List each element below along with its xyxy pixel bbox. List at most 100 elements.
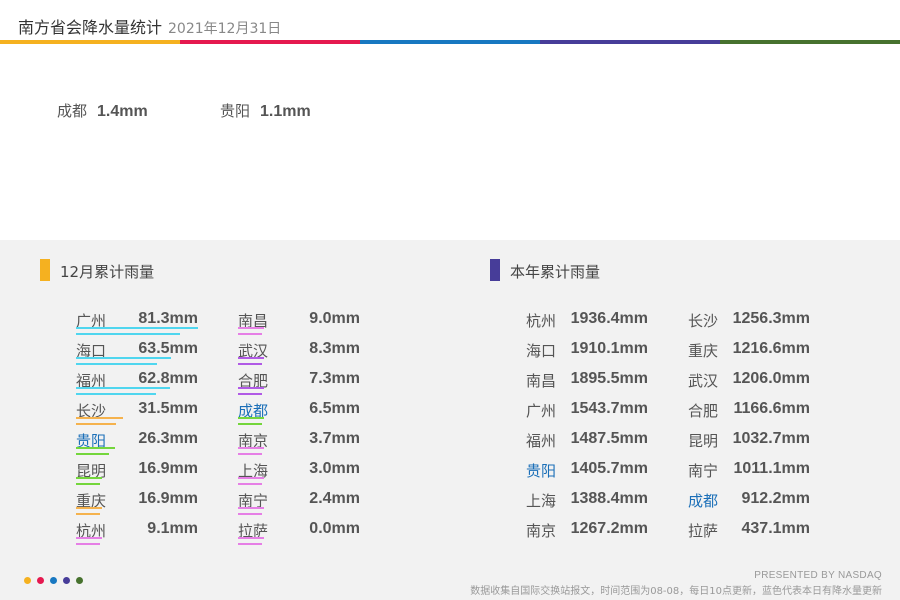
- rain-bar: [238, 447, 264, 449]
- rain-value: 1032.7mm: [732, 430, 810, 447]
- today-item: 成都 1.4mm: [57, 100, 148, 121]
- rain-bar: [76, 327, 198, 329]
- rain-value: 16.9mm: [138, 490, 198, 507]
- rain-bar-secondary: [238, 333, 262, 335]
- yearly-row: 南京 1267.2mm: [526, 517, 648, 547]
- rain-bar: [76, 477, 102, 479]
- header: 南方省会降水量统计 2021年12月31日: [0, 0, 900, 44]
- rain-bar-secondary: [238, 423, 262, 425]
- palette-dot: [50, 577, 57, 584]
- yearly-row: 贵阳 1405.7mm: [526, 457, 648, 487]
- rain-value: 1256.3mm: [732, 310, 810, 327]
- city-name: 杭州: [526, 312, 557, 330]
- city-name: 南宁: [688, 462, 719, 480]
- page-title: 南方省会降水量统计 2021年12月31日: [18, 14, 281, 38]
- monthly-row: 合肥 7.3mm: [238, 367, 360, 397]
- color-stripe: [0, 40, 900, 44]
- city-name: 南京: [526, 522, 557, 540]
- footer-note: 数据收集自国际交换站报文，时间范围为08-08，每日10点更新，蓝色代表本日有降…: [470, 586, 882, 597]
- monthly-row: 成都 6.5mm: [238, 397, 360, 427]
- rain-value: 1216.6mm: [732, 340, 810, 357]
- rain-value: 9.0mm: [309, 310, 360, 327]
- city-name: 贵阳: [526, 462, 557, 480]
- palette-dot: [63, 577, 70, 584]
- today-rainfall: 成都 1.4mm 贵阳 1.1mm: [0, 100, 900, 124]
- rain-bar: [238, 357, 264, 359]
- rain-bar: [76, 447, 115, 449]
- color-stripe-segment: [360, 40, 540, 44]
- rain-value: 7.3mm: [309, 370, 360, 387]
- monthly-accent-mark: [40, 259, 50, 281]
- palette-dot: [24, 577, 31, 584]
- rain-value: 3.0mm: [309, 460, 360, 477]
- yearly-row: 重庆 1216.6mm: [688, 337, 810, 367]
- yearly-row: 上海 1388.4mm: [526, 487, 648, 517]
- rain-bar-secondary: [76, 513, 100, 515]
- monthly-row: 长沙 31.5mm: [76, 397, 198, 427]
- rain-bar: [238, 417, 264, 419]
- rain-value: 6.5mm: [309, 400, 360, 417]
- rain-bar: [76, 417, 123, 419]
- monthly-row: 福州 62.8mm: [76, 367, 198, 397]
- palette-dot: [76, 577, 83, 584]
- rain-bar: [238, 537, 264, 539]
- rain-value: 62.8mm: [138, 370, 198, 387]
- city-name: 武汉: [688, 372, 719, 390]
- today-city: 成都: [57, 102, 88, 120]
- yearly-row: 福州 1487.5mm: [526, 427, 648, 457]
- rain-bar-secondary: [76, 543, 100, 545]
- rain-value: 1206.0mm: [732, 370, 810, 387]
- rain-value: 0.0mm: [309, 520, 360, 537]
- city-name: 海口: [526, 342, 557, 360]
- rain-bar: [238, 477, 264, 479]
- monthly-row: 昆明 16.9mm: [76, 457, 198, 487]
- yearly-row: 杭州 1936.4mm: [526, 307, 648, 337]
- rain-bar: [76, 357, 171, 359]
- rain-bar-secondary: [238, 393, 262, 395]
- rain-value: 26.3mm: [138, 430, 198, 447]
- city-name: 南昌: [526, 372, 557, 390]
- rain-value: 3.7mm: [309, 430, 360, 447]
- rain-bar: [76, 537, 102, 539]
- rain-value: 81.3mm: [138, 310, 198, 327]
- rain-value: 16.9mm: [138, 460, 198, 477]
- rain-value: 1267.2mm: [570, 520, 648, 537]
- yearly-row: 南昌 1895.5mm: [526, 367, 648, 397]
- today-value: 1.4mm: [97, 103, 148, 120]
- city-name: 合肥: [688, 402, 719, 420]
- yearly-title: 本年累计雨量: [510, 263, 601, 281]
- palette-dot: [37, 577, 44, 584]
- rain-value: 63.5mm: [138, 340, 198, 357]
- rain-bar-secondary: [76, 483, 100, 485]
- yearly-row: 南宁 1011.1mm: [688, 457, 810, 487]
- rain-bar-secondary: [76, 333, 180, 335]
- yearly-row: 成都 912.2mm: [688, 487, 810, 517]
- rain-bar-secondary: [76, 453, 109, 455]
- rain-value: 1936.4mm: [570, 310, 648, 327]
- city-name: 上海: [526, 492, 557, 510]
- yearly-accent-mark: [490, 259, 500, 281]
- rain-value: 1543.7mm: [570, 400, 648, 417]
- rain-value: 2.4mm: [309, 490, 360, 507]
- rain-bar-secondary: [238, 513, 262, 515]
- rain-value: 9.1mm: [147, 520, 198, 537]
- monthly-title: 12月累计雨量: [60, 263, 155, 281]
- city-name: 福州: [526, 432, 557, 450]
- yearly-row: 昆明 1032.7mm: [688, 427, 810, 457]
- rain-value: 1910.1mm: [570, 340, 648, 357]
- city-name: 成都: [688, 492, 719, 510]
- yearly-row: 拉萨 437.1mm: [688, 517, 810, 547]
- palette-dots: [24, 577, 89, 584]
- monthly-row: 贵阳 26.3mm: [76, 427, 198, 457]
- rain-bar-secondary: [238, 453, 262, 455]
- rain-bar-secondary: [238, 483, 262, 485]
- monthly-row: 杭州 9.1mm: [76, 517, 198, 547]
- city-name: 拉萨: [688, 522, 719, 540]
- city-name: 长沙: [688, 312, 719, 330]
- yearly-row: 海口 1910.1mm: [526, 337, 648, 367]
- color-stripe-segment: [540, 40, 720, 44]
- rain-value: 31.5mm: [138, 400, 198, 417]
- yearly-row: 长沙 1256.3mm: [688, 307, 810, 337]
- color-stripe-segment: [180, 40, 360, 44]
- rain-bar: [238, 507, 264, 509]
